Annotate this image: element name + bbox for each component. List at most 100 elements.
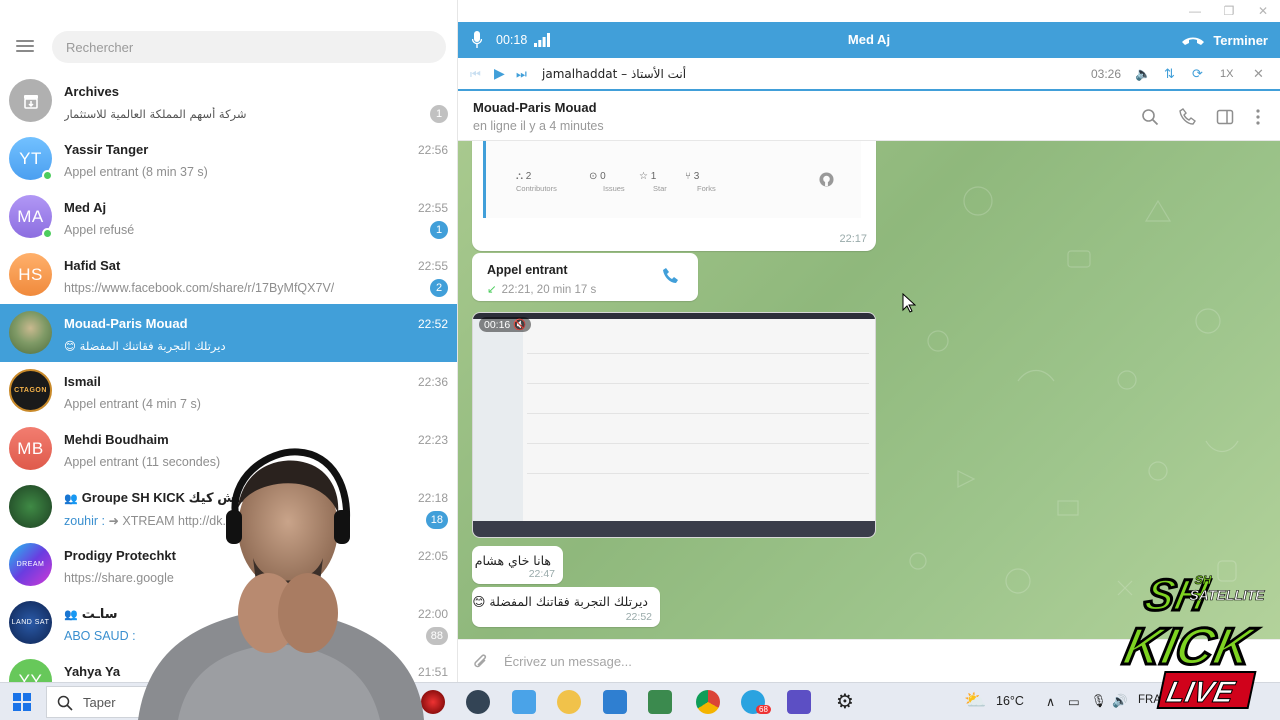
chat-time: 22:56 bbox=[417, 143, 448, 157]
stat-icon: ⛬ bbox=[516, 171, 526, 182]
weather-temp: 16°C bbox=[996, 694, 1024, 708]
chat-preview: Appel entrant (4 min 7 s) bbox=[64, 397, 201, 411]
chat-item-med-aj[interactable]: MA Med Aj 22:55 Appel refusé 1 bbox=[0, 188, 457, 246]
call-message-title: Appel entrant bbox=[487, 263, 568, 277]
call-back-icon[interactable] bbox=[662, 267, 680, 285]
avatar: CTAGON bbox=[9, 369, 52, 412]
stat-value: 1 bbox=[650, 171, 657, 182]
chat-item-yassir-tanger[interactable]: YT Yassir Tanger 22:56 Appel entrant (8 … bbox=[0, 130, 457, 188]
video-line bbox=[527, 383, 869, 384]
next-track-icon[interactable]: ⏭ bbox=[516, 67, 527, 82]
previous-track-icon[interactable]: ⏮ bbox=[470, 67, 481, 82]
mouse-cursor-icon bbox=[902, 293, 916, 313]
avatar: MB bbox=[9, 427, 52, 470]
order-icon[interactable]: ⇅ bbox=[1164, 66, 1175, 82]
tray-chevron-icon[interactable]: ∧ bbox=[1046, 694, 1055, 709]
attach-icon[interactable] bbox=[472, 653, 490, 671]
play-icon[interactable]: ▶ bbox=[494, 65, 505, 82]
avatar: DREAM bbox=[9, 543, 52, 586]
settings-gear-icon[interactable]: ⚙ bbox=[833, 690, 857, 714]
hamburger-menu-icon[interactable] bbox=[16, 40, 34, 52]
chat-preview: Appel refusé bbox=[64, 223, 135, 237]
avatar: HS bbox=[9, 253, 52, 296]
chat-name: Mouad-Paris Mouad bbox=[64, 316, 188, 331]
chat-name: Yassir Tanger bbox=[64, 142, 149, 157]
unread-badge: 1 bbox=[430, 221, 448, 239]
message-bubble[interactable]: ديرتلك التجربة فقاتنك المفضلة 😊 22:52 bbox=[472, 587, 660, 627]
video-line bbox=[527, 473, 869, 474]
stat-value: 2 bbox=[525, 171, 532, 182]
call-message-detail: ↙ 22:21, 20 min 17 s bbox=[487, 282, 596, 296]
avatar bbox=[9, 311, 52, 354]
phone-call-icon[interactable] bbox=[1179, 108, 1197, 126]
search-icon bbox=[57, 695, 73, 711]
video-dock bbox=[473, 521, 875, 537]
video-line bbox=[527, 353, 869, 354]
end-call-label: Terminer bbox=[1213, 33, 1268, 48]
preview-sender: zouhir : bbox=[64, 514, 105, 528]
mic-tray-icon[interactable]: 🎙 bbox=[1091, 694, 1107, 709]
stat-value: 3 bbox=[693, 171, 700, 182]
track-duration: 03:26 bbox=[1091, 67, 1122, 81]
end-call-button[interactable]: Terminer bbox=[1181, 33, 1268, 48]
camera-app-icon[interactable] bbox=[466, 690, 490, 714]
video-message[interactable]: 00:16 🔇 bbox=[472, 312, 876, 538]
close-window-button[interactable]: ✕ bbox=[1246, 4, 1280, 18]
link-preview-bubble[interactable]: ⛬ 2 Contributors ⊙ 0 Issues ☆ 1 Star ⑂ 3 For… bbox=[472, 141, 876, 251]
video-topbar bbox=[473, 313, 875, 319]
chat-item-hafid-sat[interactable]: HS Hafid Sat 22:55 https://www.facebook.… bbox=[0, 246, 457, 304]
sidebar-toggle-icon[interactable] bbox=[1216, 108, 1234, 126]
window-controls: — ❐ ✕ bbox=[1170, 0, 1280, 22]
message-time: 22:47 bbox=[528, 568, 555, 580]
track-title: jamalhaddat – أنت الأستاذ bbox=[542, 67, 687, 81]
call-title: Med Aj bbox=[847, 32, 891, 47]
stat-label: Star bbox=[653, 184, 667, 193]
contributors-stat: ⛬ 2 Contributors bbox=[516, 171, 557, 193]
avatar: YY bbox=[9, 659, 52, 682]
logo-live: LIVE bbox=[1163, 676, 1237, 709]
logo-sh-small: SH bbox=[1193, 573, 1213, 587]
chat-name-text: ساـت bbox=[81, 606, 118, 621]
restore-button[interactable]: ❐ bbox=[1212, 4, 1246, 18]
message-time: 22:17 bbox=[839, 233, 867, 245]
repeat-icon[interactable]: ⟳ bbox=[1192, 66, 1203, 82]
chat-time: 22:55 bbox=[417, 201, 448, 215]
chat-title[interactable]: Mouad-Paris Mouad bbox=[473, 100, 597, 115]
forks-stat: ⑂ 3 Forks bbox=[685, 171, 716, 193]
stat-label: Issues bbox=[603, 184, 625, 193]
webcam-overlay bbox=[138, 448, 424, 720]
windows-start-icon[interactable] bbox=[13, 693, 31, 711]
chat-item-mouad-paris[interactable]: Mouad-Paris Mouad 22:52 😊 ديرتلك التجربة… bbox=[0, 304, 457, 362]
chat-item-archives[interactable]: Archives شركة أسهم المملكة العالمية للاس… bbox=[0, 72, 457, 130]
online-indicator bbox=[42, 228, 53, 239]
stars-stat: ☆ 1 Star bbox=[639, 171, 667, 193]
more-options-icon[interactable] bbox=[1249, 108, 1267, 126]
network-icon[interactable]: ▭ bbox=[1068, 694, 1080, 709]
chat-time: 22:55 bbox=[417, 259, 448, 273]
incoming-call-message[interactable]: Appel entrant ↙ 22:21, 20 min 17 s bbox=[472, 253, 698, 301]
chat-header: Mouad-Paris Mouad en ligne il y a 4 minu… bbox=[458, 91, 1280, 141]
close-player-icon[interactable]: ✕ bbox=[1253, 66, 1264, 82]
network-app-icon[interactable] bbox=[648, 690, 672, 714]
github-preview-card[interactable]: ⛬ 2 Contributors ⊙ 0 Issues ☆ 1 Star ⑂ 3 For… bbox=[483, 141, 861, 218]
file-explorer-icon[interactable] bbox=[512, 690, 536, 714]
taskbar-search-placeholder: Taper bbox=[83, 695, 116, 710]
calculator-icon[interactable] bbox=[603, 690, 627, 714]
chat-item-ismail[interactable]: CTAGON Ismail 22:36 Appel entrant (4 min… bbox=[0, 362, 457, 420]
chat-name: 👥 ساـت bbox=[64, 606, 118, 622]
search-icon[interactable] bbox=[1141, 108, 1159, 126]
satellite-app-icon[interactable] bbox=[787, 690, 811, 714]
chrome-icon[interactable] bbox=[696, 690, 720, 714]
hang-up-icon bbox=[1182, 37, 1205, 45]
chat-name: Archives bbox=[64, 84, 119, 99]
playback-speed[interactable]: 1X bbox=[1220, 68, 1233, 80]
sh-satellite-kick-logo: SH SH SATELLITE KICK LIVE bbox=[1117, 570, 1267, 709]
chat-preview: https://www.facebook.com/share/r/17ByMfQ… bbox=[64, 281, 335, 295]
minimize-button[interactable]: — bbox=[1178, 4, 1212, 18]
volume-icon[interactable]: 🔈 bbox=[1135, 66, 1151, 82]
active-call-bar[interactable]: 00:18 Med Aj Terminer bbox=[458, 22, 1280, 58]
message-bubble[interactable]: هانا خاي هشام 22:47 bbox=[472, 546, 563, 584]
message-input[interactable] bbox=[504, 651, 1104, 671]
search-input[interactable] bbox=[52, 31, 446, 63]
paint-app-icon[interactable] bbox=[557, 690, 581, 714]
